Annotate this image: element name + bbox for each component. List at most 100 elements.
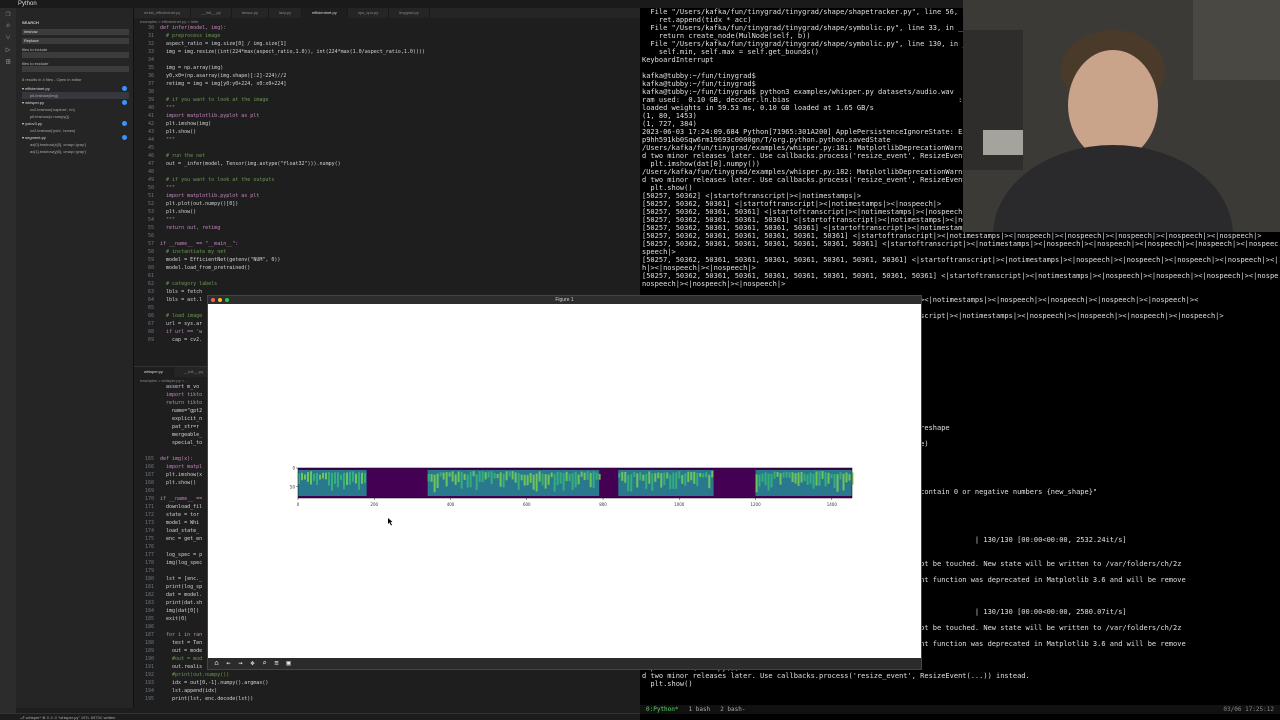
close-icon[interactable] <box>211 298 215 302</box>
source-control-icon[interactable]: ⑂ <box>0 32 16 44</box>
editor-tab[interactable]: mnist_efficientnet.py <box>134 8 192 18</box>
heatmap-cell <box>472 471 475 477</box>
x-tick-label: 200 <box>370 502 378 507</box>
matplotlib-figure-window[interactable]: Figure 1 0 200 400 600 800 1000 1200 1400 0 50 ⌂ … <box>207 295 922 670</box>
line-number: 55 <box>147 225 154 231</box>
code-text: assert m_vo <box>160 384 200 390</box>
line-number: 175 <box>144 536 154 542</box>
code-text: def infer(model, img): <box>160 25 227 31</box>
heatmap-cell <box>535 473 538 492</box>
heatmap-cell <box>800 472 803 483</box>
line-number: 51 <box>147 193 154 199</box>
replace-input[interactable]: Replace <box>22 38 129 44</box>
code-text: img = np.array(img) <box>160 65 224 71</box>
line-number: 39 <box>147 97 154 103</box>
editor-tab[interactable]: lazy.py <box>269 8 303 18</box>
tmux-window-tab[interactable]: 0:Python* <box>646 706 679 713</box>
maximize-icon[interactable] <box>225 298 229 302</box>
result-match[interactable]: cv2.imshow('capture', im) <box>22 106 129 113</box>
result-file[interactable]: ▾ yolov3.py <box>22 120 129 127</box>
code-text: lst = [enc._ <box>160 576 203 582</box>
tmux-window-tab[interactable]: 1 bash <box>689 706 711 713</box>
heatmap-cell <box>836 474 839 492</box>
line-number: 32 <box>147 41 154 47</box>
save-icon[interactable]: ▣ <box>284 659 293 668</box>
heatmap-cell <box>352 471 354 482</box>
editor-tab[interactable]: whisper.py <box>134 367 174 377</box>
back-icon[interactable]: ← <box>224 659 233 668</box>
heatmap-cell <box>301 472 303 481</box>
code-text: dat = model. <box>160 592 203 598</box>
heatmap-cell <box>630 474 633 492</box>
minimize-icon[interactable] <box>218 298 222 302</box>
x-tick-label: 1000 <box>674 502 685 507</box>
result-match[interactable]: plt.imshow(img) <box>22 92 129 99</box>
run-debug-icon[interactable]: ▷ <box>0 44 16 56</box>
line-number: 67 <box>147 321 154 327</box>
search-input[interactable]: imshow <box>22 29 129 35</box>
app-name[interactable]: Python <box>18 1 37 7</box>
results-summary[interactable]: 8 results in 4 files - Open in editor <box>22 77 129 82</box>
code-text: """ <box>160 217 176 223</box>
heatmap-cell <box>586 471 589 480</box>
editor-tab[interactable]: tensor.py <box>232 8 269 18</box>
code-text: print(lst, enc.decode(lst)) <box>160 696 254 702</box>
line-number: 56 <box>147 233 154 239</box>
tmux-window-tab[interactable]: 2 bash- <box>720 706 745 713</box>
code-text: mergeable_ <box>160 432 203 438</box>
result-file[interactable]: ▾ whisper.py <box>22 99 129 106</box>
code-text: if url == 'w <box>160 329 203 335</box>
home-icon[interactable]: ⌂ <box>212 659 221 668</box>
explorer-icon[interactable]: ❐ <box>0 8 16 20</box>
result-file[interactable]: ▾ segment.py <box>22 134 129 141</box>
result-match[interactable]: ax[1].imshow(y[0], cmap='gray') <box>22 148 129 155</box>
line-number: 66 <box>147 313 154 319</box>
heatmap-cell <box>457 471 460 483</box>
editor-tab[interactable]: __init__.py <box>191 8 232 18</box>
editor-tab[interactable]: efficientnet.py <box>302 8 348 18</box>
include-input[interactable] <box>22 52 129 58</box>
search-icon[interactable]: ⌕ <box>0 20 16 32</box>
result-file[interactable]: ▾ efficientnet.py <box>22 85 129 92</box>
spectrogram-plot[interactable]: 0 200 400 600 800 1000 1200 1400 0 50 <box>208 304 921 659</box>
code-text: plt.show() <box>160 209 197 215</box>
breadcrumb[interactable]: examples > efficientnet.py > infer <box>134 18 640 25</box>
result-count-badge <box>122 121 127 126</box>
code-text: explicit_n <box>160 416 203 422</box>
line-number: 168 <box>144 480 154 486</box>
editor-tab[interactable]: ops_cpu.py <box>348 8 390 18</box>
terminal-line: h|><|nospeech|><|nospeech|> <box>642 264 756 272</box>
code-line: 41 import matplotlib.pyplot as plt <box>134 113 640 121</box>
zoom-icon[interactable]: ⌕ <box>260 659 269 668</box>
line-number: 41 <box>147 113 154 119</box>
configure-icon[interactable]: ≡ <box>272 659 281 668</box>
code-text: # load image <box>160 313 203 319</box>
result-match[interactable]: ax[0].imshow(x[0], cmap='gray') <box>22 141 129 148</box>
heatmap-cell <box>583 472 586 481</box>
pan-icon[interactable]: ✥ <box>248 659 257 668</box>
code-text: plt.plot(out.numpy()[0]) <box>160 201 239 207</box>
heatmap-cell <box>785 471 788 478</box>
heatmap-cell <box>776 472 779 477</box>
heatmap-cell <box>678 471 681 479</box>
extensions-icon[interactable]: ⊞ <box>0 56 16 68</box>
result-match[interactable]: cv2.imshow('yolo', boxes) <box>22 127 129 134</box>
line-number: 64 <box>147 297 154 303</box>
tmux-clock: 03/06 17:25:12 <box>1223 706 1274 713</box>
code-text: lbls = fetch <box>160 289 203 295</box>
heatmap-cell <box>627 474 630 492</box>
line-number: 188 <box>144 640 154 646</box>
heatmap-cell <box>812 473 815 489</box>
editor-tab[interactable]: tinygrad.py <box>389 8 430 18</box>
heatmap-cell <box>484 472 487 480</box>
line-number: 176 <box>144 544 154 550</box>
heatmap-cell <box>319 474 321 480</box>
x-tick-label: 400 <box>447 502 455 507</box>
result-match[interactable]: plt.imshow(x.numpy()) <box>22 113 129 120</box>
code-text: # instantiate my net <box>160 249 227 255</box>
exclude-input[interactable] <box>22 66 129 72</box>
heatmap-cell <box>448 472 451 477</box>
forward-icon[interactable]: → <box>236 659 245 668</box>
heatmap-cell <box>830 474 833 479</box>
heatmap-cell <box>809 472 812 484</box>
